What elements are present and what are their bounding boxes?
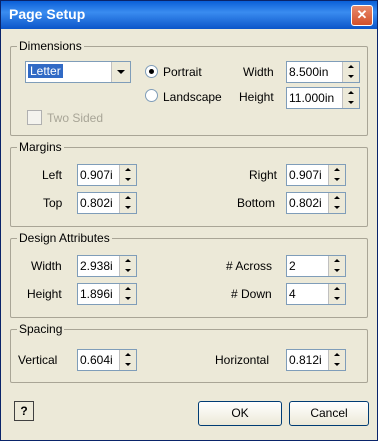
design-attributes-group: Design Attributes Width 2.938i # Across … [10,231,368,318]
spin-down-button[interactable] [329,203,345,213]
design-width-label: Width [31,259,62,273]
spacing-group: Spacing Vertical 0.604i Horizontal 0.812… [10,322,368,383]
close-icon: ✕ [356,7,368,22]
down-field[interactable]: 4 [286,283,346,305]
spin-down-button[interactable] [329,266,345,276]
two-sided-checkbox[interactable] [27,110,42,125]
title-bar[interactable]: Page Setup ✕ [1,1,377,29]
dimension-height-value: 11.000in [289,91,335,105]
spin-up-button[interactable] [329,284,345,294]
paper-size-select[interactable]: Letter [25,61,131,83]
spacing-vertical-field[interactable]: 0.604i [77,349,137,371]
spin-down-button[interactable] [343,98,359,108]
spin-up-button[interactable] [329,350,345,360]
spin-up-button[interactable] [343,88,359,98]
spin-up-button[interactable] [329,256,345,266]
dimension-width-label: Width [243,65,274,79]
dimension-height-label: Height [239,90,274,104]
landscape-radio[interactable] [145,89,158,102]
margins-group: Margins Left 0.907i Right 0.907i Top 0.8… [10,140,368,227]
landscape-label: Landscape [163,90,222,104]
spin-down-button[interactable] [329,294,345,304]
margin-bottom-value: 0.802i [289,196,322,210]
spin-down-button[interactable] [329,360,345,370]
dimensions-group: Dimensions Letter Portrait Landscape Wid… [10,39,368,136]
page-setup-dialog: Page Setup ✕ Dimensions Letter Portrait … [0,0,378,441]
spin-down-button[interactable] [343,72,359,82]
margin-bottom-field[interactable]: 0.802i [286,192,346,214]
dimension-width-field[interactable]: 8.500in [286,61,360,83]
two-sided-label: Two Sided [47,111,104,125]
portrait-radio[interactable] [145,65,158,78]
across-value: 2 [289,259,296,273]
margin-right-label: Right [249,168,278,182]
spin-up-button[interactable] [120,350,136,360]
dimensions-legend: Dimensions [17,39,84,53]
spin-up-button[interactable] [120,193,136,203]
down-value: 4 [289,287,296,301]
spin-down-button[interactable] [120,266,136,276]
portrait-label: Portrait [163,65,202,79]
spin-up-button[interactable] [120,284,136,294]
help-icon: ? [20,404,28,418]
margin-right-field[interactable]: 0.907i [286,164,346,186]
spin-up-button[interactable] [120,256,136,266]
ok-button[interactable]: OK [198,401,282,426]
dimension-height-field[interactable]: 11.000in [286,87,360,109]
spin-up-button[interactable] [329,193,345,203]
spin-up-button[interactable] [120,165,136,175]
window-title: Page Setup [9,6,86,22]
margin-top-value: 0.802i [80,196,113,210]
design-width-value: 2.938i [80,259,113,273]
margin-top-label: Top [43,196,63,210]
design-height-value: 1.896i [80,287,113,301]
spin-down-button[interactable] [120,360,136,370]
design-height-label: Height [27,287,62,301]
spacing-horizontal-field[interactable]: 0.812i [286,349,346,371]
design-width-field[interactable]: 2.938i [77,255,137,277]
dimension-width-value: 8.500in [289,65,329,79]
help-button[interactable]: ? [14,401,34,421]
margins-legend: Margins [17,140,64,154]
spacing-horizontal-label: Horizontal [215,353,270,367]
spin-down-button[interactable] [329,175,345,185]
spin-down-button[interactable] [120,203,136,213]
dialog-content: Dimensions Letter Portrait Landscape Wid… [1,29,377,440]
spacing-vertical-value: 0.604i [80,353,113,367]
margin-bottom-label: Bottom [237,196,276,210]
margin-left-field[interactable]: 0.907i [77,164,137,186]
spacing-vertical-label: Vertical [18,353,58,367]
spacing-horizontal-value: 0.812i [289,353,322,367]
across-label: # Across [226,259,273,273]
close-button[interactable]: ✕ [351,5,373,26]
margin-top-field[interactable]: 0.802i [77,192,137,214]
paper-size-value: Letter [28,64,63,78]
design-height-field[interactable]: 1.896i [77,283,137,305]
radio-selected-dot [149,69,154,74]
across-field[interactable]: 2 [286,255,346,277]
spin-down-button[interactable] [120,294,136,304]
margin-left-label: Left [42,168,63,182]
spin-down-button[interactable] [120,175,136,185]
chevron-down-icon[interactable] [111,62,130,82]
down-label: # Down [231,287,272,301]
cancel-button[interactable]: Cancel [289,401,369,426]
spacing-legend: Spacing [17,322,65,336]
spin-up-button[interactable] [343,62,359,72]
margin-left-value: 0.907i [80,168,113,182]
design-attributes-legend: Design Attributes [17,231,112,245]
margin-right-value: 0.907i [289,168,322,182]
spin-up-button[interactable] [329,165,345,175]
